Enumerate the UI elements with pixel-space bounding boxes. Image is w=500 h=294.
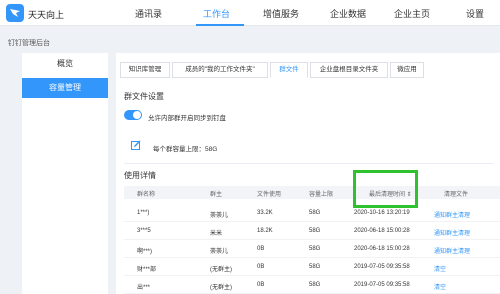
table-row: 1***) 荼荼儿 33.2K 58G 2020-10-16 13:20:19 … [124, 204, 500, 222]
tab-micro-apps[interactable]: 微应用 [390, 62, 424, 78]
nav-settings[interactable]: 设置 [466, 7, 484, 20]
clear-link[interactable]: 清空 [434, 264, 446, 273]
cell-limit: 58G [309, 228, 321, 234]
table-row: 财***部 (无群主) 0B 58G 2019-07-05 09:35:58 清… [124, 258, 500, 276]
tab-group-files[interactable]: 群文件 [270, 62, 308, 78]
cell-used: 0B [257, 282, 265, 288]
main-panel: 知识库管理 成员的"我的工作文件夹" 群文件 企业盘根目录文件夹 微应用 群文件… [116, 53, 500, 294]
cell-used: 0B [257, 246, 265, 252]
usage-title: 使用详情 [124, 171, 156, 180]
cell-used: 0B [257, 264, 265, 270]
quota-label: 每个群容量上限：58G [153, 146, 218, 153]
table-row: 啊***) 荼荼儿 0B 58G 2020-06-18 15:00:28 通知群… [124, 240, 500, 258]
cell-owner: (无群主) [210, 267, 232, 273]
table-row: 出*** (无群主) 0B 58G 2019-07-05 09:35:58 清空 [124, 276, 500, 294]
tab-knowledge-base[interactable]: 知识库管理 [120, 62, 170, 78]
cell-owner: 荼荼儿 [210, 213, 229, 219]
col-group-name: 群名称 [137, 192, 156, 198]
table-header: 群名称 群主 文件使用 容量上限 最后清理时间 ⇕ 清理文件 [124, 186, 500, 199]
cell-group-name: 3***5 [137, 228, 151, 234]
group-settings-title: 群文件设置 [124, 92, 164, 101]
nav-enterprise-data[interactable]: 企业数据 [330, 7, 366, 20]
nav-enterprise-home[interactable]: 企业主页 [394, 7, 430, 20]
cell-last-cleared: 2020-10-16 13:20:19 [354, 210, 410, 216]
notify-owner-link[interactable]: 通知群主清理 [434, 246, 470, 255]
col-used: 文件使用 [257, 192, 282, 198]
table-row: 3***5 米米 18.2K 58G 2020-06-18 15:00:28 通… [124, 222, 500, 240]
cell-last-cleared: 2019-07-05 09:35:58 [354, 264, 410, 270]
cell-used: 18.2K [257, 228, 273, 234]
left-menu-overview[interactable]: 概览 [22, 54, 108, 74]
col-owner: 群主 [210, 192, 223, 198]
col-action: 清理文件 [444, 192, 469, 198]
sync-toggle[interactable] [124, 110, 142, 120]
page-subtitle: 钉钉管理后台 [8, 40, 50, 47]
cell-group-name: 啊***) [137, 249, 153, 255]
cell-group-name: 1***) [137, 210, 150, 216]
notify-owner-link[interactable]: 通知群主清理 [434, 228, 470, 237]
cell-owner: 荼荼儿 [210, 249, 229, 255]
col-limit: 容量上限 [309, 192, 334, 198]
dingtalk-logo-icon [6, 4, 24, 22]
org-name: 天天向上 [28, 10, 65, 20]
notify-owner-link[interactable]: 通知群主清理 [434, 210, 470, 219]
left-menu: 概览 容量管理 [22, 53, 108, 294]
cell-last-cleared: 2019-07-05 09:35:58 [354, 282, 410, 288]
cell-limit: 58G [309, 264, 321, 270]
nav-active-indicator [196, 24, 244, 26]
cell-limit: 58G [309, 282, 321, 288]
highlight-box [353, 170, 418, 208]
edit-icon[interactable] [131, 140, 141, 150]
cell-owner: 米米 [210, 231, 223, 237]
sync-toggle-label: 允许内部群开启同步到钉盘 [148, 115, 226, 122]
tab-member-folders[interactable]: 成员的"我的工作文件夹" [172, 62, 268, 78]
nav-contacts[interactable]: 通讯录 [135, 7, 162, 20]
top-nav: 天天向上 通讯录 工作台 增值服务 企业数据 企业主页 设置 [0, 0, 500, 26]
cell-limit: 58G [309, 210, 321, 216]
left-menu-capacity[interactable]: 容量管理 [22, 78, 108, 98]
clear-link[interactable]: 清空 [434, 282, 446, 291]
cell-last-cleared: 2020-06-18 15:00:28 [354, 228, 410, 234]
cell-limit: 58G [309, 246, 321, 252]
nav-value-added[interactable]: 增值服务 [263, 7, 299, 20]
tab-root-folders[interactable]: 企业盘根目录文件夹 [310, 62, 388, 78]
cell-last-cleared: 2020-06-18 15:00:28 [354, 246, 410, 252]
cell-group-name: 出*** [137, 285, 151, 291]
cell-owner: (无群主) [210, 285, 232, 291]
cell-used: 33.2K [257, 210, 273, 216]
cell-group-name: 财***部 [137, 267, 157, 273]
nav-workbench[interactable]: 工作台 [203, 7, 230, 20]
divider [124, 163, 494, 164]
